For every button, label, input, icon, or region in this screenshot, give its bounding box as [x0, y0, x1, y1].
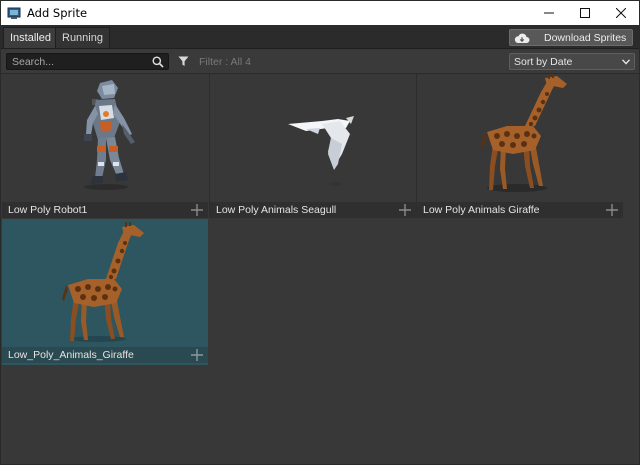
sprite-card-giraffe[interactable]: Low Poly Animals Giraffe: [417, 74, 623, 220]
search-box[interactable]: [6, 53, 169, 70]
giraffe-thumbnail: [481, 74, 567, 192]
maximize-icon: [580, 8, 590, 18]
sprite-caption: Low Poly Animals Seagull: [210, 202, 416, 218]
close-button[interactable]: [603, 1, 639, 25]
robot-thumbnail: [84, 80, 135, 190]
tab-running[interactable]: Running: [55, 27, 110, 48]
close-icon: [616, 8, 626, 18]
download-sprites-label: Download Sprites: [544, 31, 627, 44]
sprite-card-robot[interactable]: Low Poly Robot1: [2, 74, 208, 220]
sprite-caption: Low_Poly_Animals_Giraffe: [2, 347, 208, 363]
sprite-caption: Low Poly Robot1: [2, 202, 208, 218]
sprite-name: Low_Poly_Animals_Giraffe: [8, 349, 134, 361]
add-sprite-button[interactable]: [605, 203, 619, 217]
add-sprite-button[interactable]: [190, 348, 204, 362]
add-sprite-window: Add Sprite Installed Running Download Sp…: [0, 0, 640, 465]
tab-bar: Installed Running Download Sprites: [1, 25, 639, 49]
minimize-icon: [544, 12, 554, 14]
app-icon: [7, 7, 21, 19]
sprite-caption: Low Poly Animals Giraffe: [417, 202, 623, 218]
sprite-name: Low Poly Animals Seagull: [216, 204, 337, 216]
sprite-name: Low Poly Robot1: [8, 204, 88, 216]
cloud-download-icon: [514, 33, 530, 43]
sprite-grid: Low Poly Robot1 Low Poly Animals Seagull: [1, 74, 639, 464]
sprite-card-seagull[interactable]: Low Poly Animals Seagull: [210, 74, 416, 220]
sort-selected-value: Sort by Date: [514, 56, 573, 68]
tab-installed[interactable]: Installed: [3, 27, 58, 48]
chevron-down-icon: [622, 59, 630, 65]
sprite-card-giraffe-selected[interactable]: Low_Poly_Animals_Giraffe: [2, 219, 208, 365]
giraffe-thumbnail: [62, 222, 144, 342]
add-sprite-button[interactable]: [398, 203, 412, 217]
title-bar[interactable]: Add Sprite: [1, 1, 639, 25]
filter-bar: Filter : All 4 Sort by Date: [1, 50, 639, 74]
magnifier-icon[interactable]: [152, 56, 164, 68]
funnel-icon[interactable]: [178, 56, 189, 67]
download-sprites-button[interactable]: Download Sprites: [509, 29, 633, 46]
minimize-button[interactable]: [531, 1, 567, 25]
maximize-button[interactable]: [567, 1, 603, 25]
sprite-name: Low Poly Animals Giraffe: [423, 204, 540, 216]
sort-dropdown[interactable]: Sort by Date: [509, 53, 635, 70]
search-input[interactable]: [12, 55, 147, 68]
window-title: Add Sprite: [27, 6, 88, 20]
seagull-thumbnail: [288, 116, 354, 186]
add-sprite-button[interactable]: [190, 203, 204, 217]
filter-status: Filter : All 4: [199, 56, 251, 68]
